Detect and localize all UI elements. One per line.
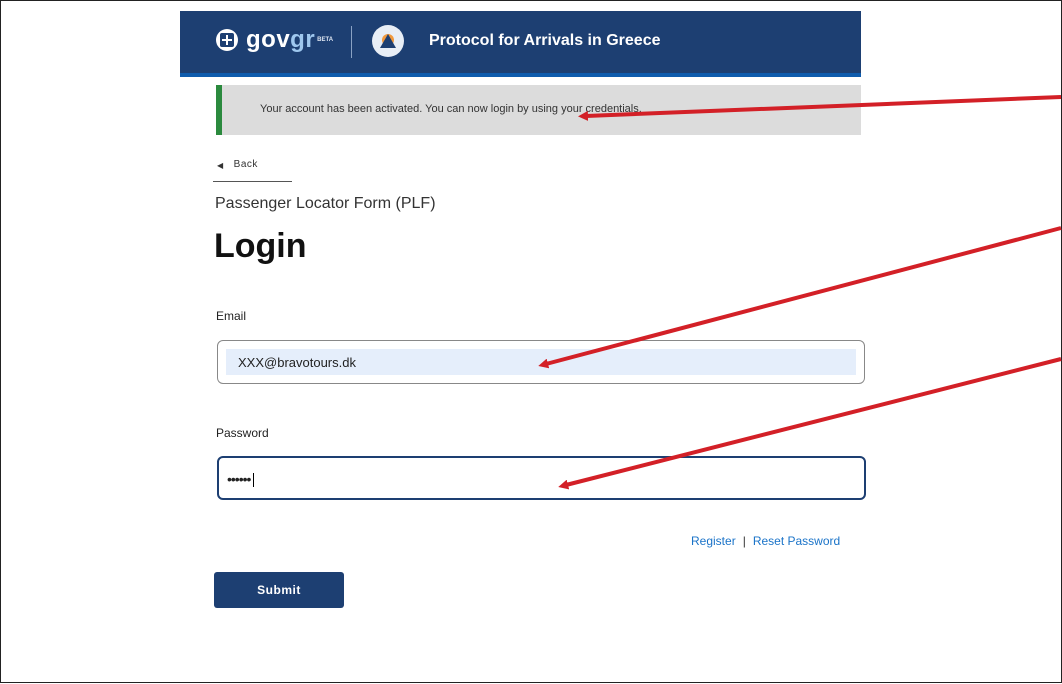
text-caret (253, 473, 255, 488)
email-value: XXX@bravotours.dk (238, 355, 356, 370)
back-link[interactable]: ◀ Back (213, 159, 292, 182)
email-field[interactable]: XXX@bravotours.dk (217, 340, 865, 384)
greek-emblem-icon (216, 29, 238, 51)
civil-protection-icon (372, 25, 404, 57)
header-divider (351, 26, 352, 58)
site-title: Protocol for Arrivals in Greece (429, 32, 661, 49)
chevron-left-icon: ◀ (217, 161, 224, 170)
email-autofill-highlight: XXX@bravotours.dk (226, 349, 856, 375)
password-field[interactable]: •••••• (217, 456, 866, 500)
password-label: Password (216, 426, 269, 440)
back-label: Back (233, 159, 258, 170)
account-links: Register | Reset Password (691, 534, 840, 548)
alert-message: Your account has been activated. You can… (260, 103, 642, 115)
success-alert: Your account has been activated. You can… (216, 85, 861, 135)
page-subtitle: Passenger Locator Form (PLF) (215, 195, 436, 212)
submit-button[interactable]: Submit (214, 572, 344, 608)
beta-badge: BETA (317, 37, 334, 43)
register-link[interactable]: Register (691, 534, 736, 548)
govgr-logo[interactable]: govgr BETA (216, 28, 333, 52)
reset-password-link[interactable]: Reset Password (753, 534, 840, 548)
password-value: •••••• (227, 471, 255, 488)
site-header: govgr BETA Protocol for Arrivals in Gree… (180, 11, 861, 77)
screenshot-frame: govgr BETA Protocol for Arrivals in Gree… (0, 0, 1062, 683)
page-title: Login (214, 227, 307, 265)
brand-name: govgr (246, 26, 316, 53)
link-separator: | (742, 534, 746, 548)
email-label: Email (216, 309, 247, 323)
